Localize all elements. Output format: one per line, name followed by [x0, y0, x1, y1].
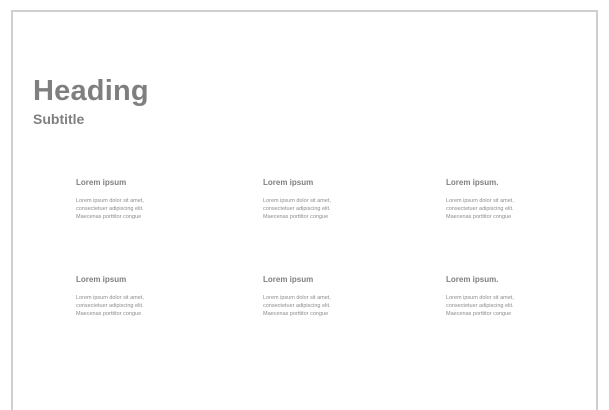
card-title: Lorem ipsum	[76, 178, 127, 187]
card-body-line: Lorem ipsum dolor sit amet,	[76, 198, 144, 204]
card-body-line: Lorem ipsum dolor sit amet,	[446, 295, 514, 301]
card-body-line: Maecenas porttitor congue	[446, 214, 512, 220]
slide-subtitle: Subtitle	[33, 111, 85, 127]
card-title: Lorem ipsum.	[446, 178, 499, 187]
card-body-line: consectetuer adipiscing elit.	[263, 303, 331, 309]
card-body: Lorem ipsum dolor sit amet, consectetuer…	[263, 294, 403, 318]
card-title: Lorem ipsum	[263, 178, 314, 187]
card-body-line: consectetuer adipiscing elit.	[76, 303, 144, 309]
card-body-line: consectetuer adipiscing elit.	[446, 206, 514, 212]
content-card: Lorem ipsum Lorem ipsum dolor sit amet, …	[76, 178, 216, 221]
card-body-line: Lorem ipsum dolor sit amet,	[263, 198, 331, 204]
card-body-line: Lorem ipsum dolor sit amet,	[263, 295, 331, 301]
card-body-line: consectetuer adipiscing elit.	[446, 303, 514, 309]
content-card: Lorem ipsum. Lorem ipsum dolor sit amet,…	[446, 178, 586, 221]
content-card: Lorem ipsum. Lorem ipsum dolor sit amet,…	[446, 275, 586, 318]
card-body: Lorem ipsum dolor sit amet, consectetuer…	[76, 294, 216, 318]
card-body-line: Maecenas porttitor congue	[76, 214, 142, 220]
card-body: Lorem ipsum dolor sit amet, consectetuer…	[446, 197, 586, 221]
card-body: Lorem ipsum dolor sit amet, consectetuer…	[76, 197, 216, 221]
card-body-line: Maecenas porttitor congue	[76, 311, 142, 317]
card-body-line: consectetuer adipiscing elit.	[76, 206, 144, 212]
slide-heading: Heading	[33, 75, 149, 107]
card-body-line: Maecenas porttitor congue	[263, 311, 329, 317]
card-body-line: Maecenas porttitor congue	[446, 311, 512, 317]
card-body-line: consectetuer adipiscing elit.	[263, 206, 331, 212]
card-title: Lorem ipsum	[263, 275, 314, 284]
card-body-line: Lorem ipsum dolor sit amet,	[76, 295, 144, 301]
content-card: Lorem ipsum Lorem ipsum dolor sit amet, …	[263, 275, 403, 318]
card-body-line: Maecenas porttitor congue	[263, 214, 329, 220]
content-card: Lorem ipsum Lorem ipsum dolor sit amet, …	[263, 178, 403, 221]
card-body: Lorem ipsum dolor sit amet, consectetuer…	[263, 197, 403, 221]
card-body: Lorem ipsum dolor sit amet, consectetuer…	[446, 294, 586, 318]
card-body-line: Lorem ipsum dolor sit amet,	[446, 198, 514, 204]
card-title: Lorem ipsum.	[446, 275, 499, 284]
content-card: Lorem ipsum Lorem ipsum dolor sit amet, …	[76, 275, 216, 318]
card-title: Lorem ipsum	[76, 275, 127, 284]
